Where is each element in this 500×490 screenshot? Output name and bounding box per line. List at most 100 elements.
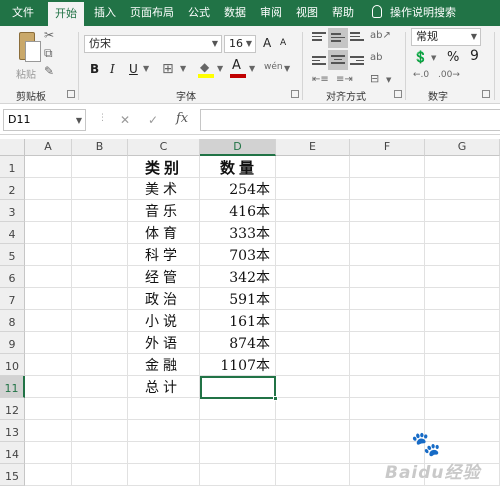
clipboard-launcher-icon[interactable] — [67, 90, 75, 98]
tell-me-search[interactable]: 操作说明搜索 — [372, 0, 456, 26]
chevron-down-icon[interactable]: ▼ — [180, 64, 186, 73]
font-launcher-icon[interactable] — [291, 90, 299, 98]
row-header-1[interactable]: 1 — [0, 156, 25, 178]
column-header-g[interactable]: G — [425, 139, 500, 156]
decrease-decimal-icon[interactable]: .00→ — [438, 70, 460, 80]
percent-button[interactable]: % — [447, 50, 459, 65]
currency-icon[interactable]: 💲 — [413, 50, 428, 64]
column-header-a[interactable]: A — [25, 139, 72, 156]
row-header-7[interactable]: 7 — [0, 288, 25, 310]
tab-formulas[interactable]: 公式 — [182, 0, 216, 26]
row-header-2[interactable]: 2 — [0, 178, 25, 200]
insert-function-button[interactable]: fx — [176, 111, 188, 126]
bottom-align-icon[interactable] — [350, 32, 364, 44]
tab-help[interactable]: 帮助 — [326, 0, 360, 26]
row-header-10[interactable]: 10 — [0, 354, 25, 376]
row-header-4[interactable]: 4 — [0, 222, 25, 244]
chevron-down-icon[interactable]: ▼ — [249, 64, 255, 73]
cut-icon[interactable]: ✂ — [44, 28, 54, 42]
underline-button[interactable]: U — [129, 62, 138, 76]
cell-c5[interactable]: 科学 — [145, 244, 181, 266]
cell-d3[interactable]: 416本 — [200, 200, 276, 222]
enter-check-icon[interactable]: ✓ — [148, 113, 158, 127]
cell-d6[interactable]: 342本 — [200, 266, 276, 288]
select-all-corner[interactable] — [0, 139, 25, 156]
align-left-icon[interactable] — [312, 56, 326, 68]
tab-insert[interactable]: 插入 — [88, 0, 122, 26]
cell-c4[interactable]: 体育 — [145, 222, 181, 244]
font-name-select[interactable]: 仿宋 ▼ — [84, 35, 222, 53]
cell-d9[interactable]: 874本 — [200, 332, 276, 354]
cell-d8[interactable]: 161本 — [200, 310, 276, 332]
column-header-c[interactable]: C — [128, 139, 200, 156]
chevron-down-icon[interactable]: ▼ — [217, 64, 223, 73]
cell-d1[interactable]: 数量 — [200, 156, 276, 178]
tab-review[interactable]: 审阅 — [254, 0, 288, 26]
align-right-icon[interactable] — [350, 56, 364, 68]
cell-c8[interactable]: 小说 — [145, 310, 181, 332]
cell-c11[interactable]: 总计 — [145, 376, 181, 398]
grow-font-button[interactable]: A — [263, 36, 271, 50]
italic-button[interactable]: I — [110, 62, 115, 76]
number-format-select[interactable]: 常规 ▼ — [411, 28, 481, 46]
tab-page-layout[interactable]: 页面布局 — [124, 0, 180, 26]
row-header-15[interactable]: 15 — [0, 464, 25, 486]
increase-decimal-icon[interactable]: ←.0 — [413, 70, 429, 80]
row-header-3[interactable]: 3 — [0, 200, 25, 222]
increase-indent-icon[interactable]: ≡⇥ — [336, 74, 353, 85]
column-header-d[interactable]: D — [200, 139, 276, 156]
font-color-button[interactable]: A — [230, 58, 246, 78]
cell-d7[interactable]: 591本 — [200, 288, 276, 310]
format-painter-icon[interactable]: ✎ — [44, 64, 54, 78]
row-header-12[interactable]: 12 — [0, 398, 25, 420]
copy-icon[interactable]: ⧉ — [44, 46, 53, 61]
column-header-e[interactable]: E — [276, 139, 350, 156]
row-header-8[interactable]: 8 — [0, 310, 25, 332]
top-align-icon[interactable] — [312, 32, 326, 44]
comma-style-button[interactable]: 9 — [470, 48, 479, 64]
chevron-down-icon[interactable]: ▼ — [284, 64, 290, 73]
center-align-button[interactable] — [328, 50, 348, 70]
row-header-11[interactable]: 11 — [0, 376, 25, 398]
cell-c7[interactable]: 政治 — [145, 288, 181, 310]
cell-d4[interactable]: 333本 — [200, 222, 276, 244]
tab-view[interactable]: 视图 — [290, 0, 324, 26]
column-header-b[interactable]: B — [72, 139, 128, 156]
row-header-6[interactable]: 6 — [0, 266, 25, 288]
fill-handle[interactable] — [273, 396, 278, 401]
cell-c9[interactable]: 外语 — [145, 332, 181, 354]
shrink-font-button[interactable]: A — [280, 38, 286, 48]
tab-home[interactable]: 开始 — [48, 2, 84, 26]
row-header-13[interactable]: 13 — [0, 420, 25, 442]
cell-c3[interactable]: 音乐 — [145, 200, 181, 222]
tab-file[interactable]: 文件 — [4, 0, 42, 26]
chevron-down-icon[interactable]: ▼ — [431, 54, 436, 62]
decrease-indent-icon[interactable]: ⇤≡ — [312, 74, 329, 85]
orientation-icon[interactable]: ab↗ — [370, 30, 391, 41]
cell-c1[interactable]: 类别 — [145, 156, 183, 178]
cell-c10[interactable]: 金融 — [145, 354, 181, 376]
paste-button[interactable]: 粘贴 — [4, 28, 44, 81]
row-header-14[interactable]: 14 — [0, 442, 25, 464]
merge-center-icon[interactable]: ⊟ — [370, 72, 379, 85]
row-header-5[interactable]: 5 — [0, 244, 25, 266]
formula-input[interactable] — [200, 109, 500, 131]
name-box[interactable]: D11 ▼ — [3, 109, 86, 131]
number-launcher-icon[interactable] — [482, 90, 490, 98]
bold-button[interactable]: B — [90, 62, 99, 76]
alignment-launcher-icon[interactable] — [394, 90, 402, 98]
fill-color-button[interactable]: ◆ — [198, 60, 214, 78]
cell-d5[interactable]: 703本 — [200, 244, 276, 266]
font-size-select[interactable]: 16 ▼ — [224, 35, 256, 53]
cancel-icon[interactable]: ✕ — [120, 113, 130, 127]
row-header-9[interactable]: 9 — [0, 332, 25, 354]
phonetic-guide-icon[interactable]: wén — [264, 62, 283, 72]
chevron-down-icon[interactable]: ▼ — [386, 76, 391, 84]
middle-align-button[interactable] — [328, 28, 348, 48]
chevron-down-icon[interactable]: ▼ — [143, 64, 149, 73]
tab-data[interactable]: 数据 — [218, 0, 252, 26]
cell-d2[interactable]: 254本 — [200, 178, 276, 200]
cell-c2[interactable]: 美术 — [145, 178, 181, 200]
active-cell-d11[interactable] — [200, 376, 278, 401]
borders-icon[interactable]: ⊞ — [162, 61, 174, 77]
